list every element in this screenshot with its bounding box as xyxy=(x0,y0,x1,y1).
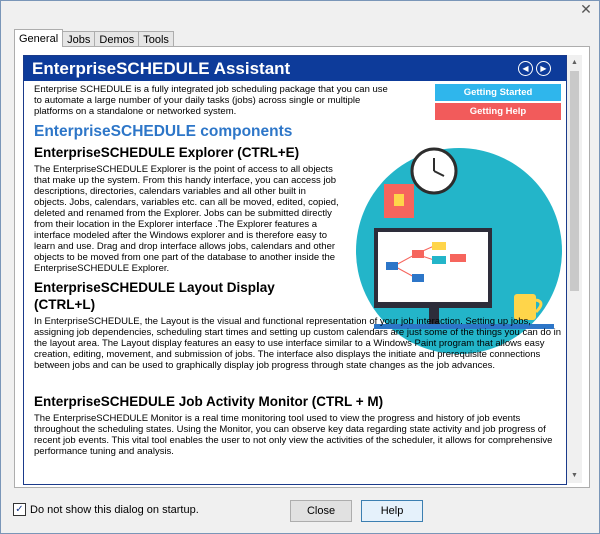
tab-demos[interactable]: Demos xyxy=(94,31,140,47)
help-button[interactable]: Help xyxy=(361,500,423,522)
general-tab-panel: EnterpriseSCHEDULE Assistant ◀ ▶ Enterpr… xyxy=(14,46,590,488)
layout-description: In EnterpriseSCHEDULE, the Layout is the… xyxy=(34,316,562,371)
scroll-down-icon[interactable]: ▼ xyxy=(567,468,582,483)
close-button[interactable]: Close xyxy=(290,500,352,522)
content-scrollbar[interactable]: ▲ ▼ xyxy=(567,55,582,483)
startup-checkbox[interactable]: ✓ xyxy=(13,503,26,516)
banner-title: EnterpriseSCHEDULE Assistant xyxy=(32,59,291,78)
monitor-description: The EnterpriseSCHEDULE Monitor is a real… xyxy=(34,413,553,457)
layout-heading-line2: (CTRL+L) xyxy=(34,297,96,312)
tab-tools[interactable]: Tools xyxy=(138,31,174,47)
startup-checkbox-row[interactable]: ✓ Do not show this dialog on startup. xyxy=(13,503,199,516)
monitor-heading: EnterpriseSCHEDULE Job Activity Monitor … xyxy=(34,394,384,409)
tab-general[interactable]: General xyxy=(14,29,64,47)
startup-checkbox-label[interactable]: Do not show this dialog on startup. xyxy=(30,504,199,516)
getting-help-button[interactable]: Getting Help xyxy=(435,103,561,120)
explorer-heading: EnterpriseSCHEDULE Explorer (CTRL+E) xyxy=(34,145,300,160)
getting-started-button[interactable]: Getting Started xyxy=(435,84,561,101)
next-arrow-icon[interactable]: ▶ xyxy=(536,61,551,76)
tab-bar: General Jobs Demos Tools xyxy=(14,29,174,47)
assistant-content[interactable]: EnterpriseSCHEDULE Assistant ◀ ▶ Enterpr… xyxy=(23,55,567,485)
tab-jobs[interactable]: Jobs xyxy=(62,31,96,47)
prev-arrow-icon[interactable]: ◀ xyxy=(518,61,533,76)
assistant-banner: EnterpriseSCHEDULE Assistant ◀ ▶ xyxy=(24,56,566,81)
layout-heading-line1: EnterpriseSCHEDULE Layout Display xyxy=(34,280,275,295)
components-heading: EnterpriseSCHEDULE components xyxy=(34,123,293,140)
explorer-description: The EnterpriseSCHEDULE Explorer is the p… xyxy=(34,164,339,274)
intro-text: Enterprise SCHEDULE is a fully integrate… xyxy=(34,84,388,117)
scroll-thumb[interactable] xyxy=(570,71,579,291)
assistant-dialog: ✕ General Jobs Demos Tools EnterpriseSCH… xyxy=(0,0,600,534)
scroll-up-icon[interactable]: ▲ xyxy=(567,55,582,70)
close-icon[interactable]: ✕ xyxy=(579,3,593,17)
